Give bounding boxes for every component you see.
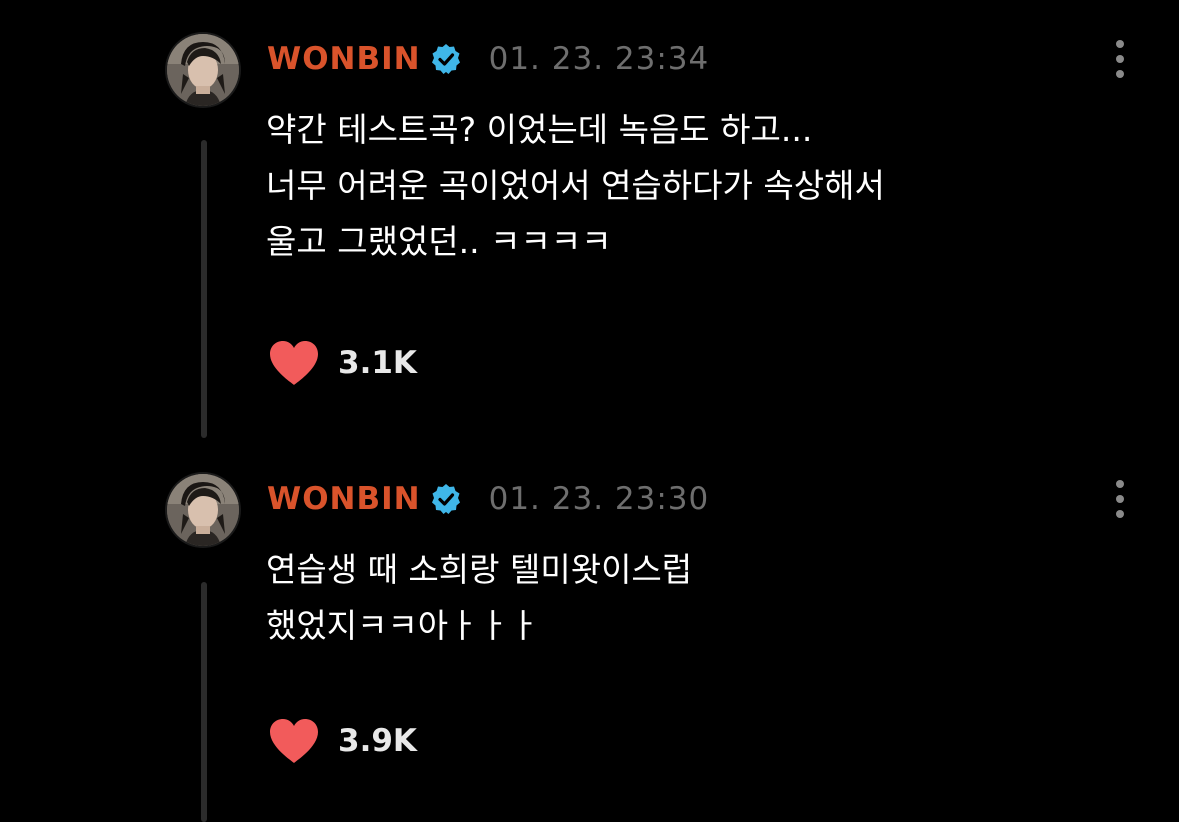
like-row: 3.9K [266, 714, 417, 768]
thread-line [201, 140, 207, 438]
post-text-line: 했었지ㅋㅋ아ㅏㅏㅏ [266, 606, 540, 645]
post-header: WONBIN 01. 23. 23:30 [267, 476, 709, 522]
post-text: 연습생 때 소희랑 텔미왓이스럽 했었지ㅋㅋ아ㅏㅏㅏ [266, 542, 1146, 654]
username[interactable]: WONBIN [267, 481, 421, 517]
more-dot [1116, 495, 1124, 503]
timestamp: 01. 23. 23:30 [488, 481, 710, 517]
heart-icon[interactable] [266, 716, 322, 766]
post-header: WONBIN 01. 23. 23:34 [267, 36, 709, 82]
post-text-line: 약간 테스트곡? 이었는데 녹음도 하고... [266, 110, 813, 149]
verified-badge-icon [429, 482, 463, 516]
timestamp: 01. 23. 23:34 [488, 41, 710, 77]
like-count: 3.1K [338, 345, 417, 381]
post-text-line: 울고 그랬었던.. ㅋㅋㅋㅋ [266, 222, 612, 261]
heart-icon[interactable] [266, 338, 322, 388]
avatar[interactable] [167, 474, 239, 546]
avatar-image [167, 34, 239, 106]
more-dot [1116, 510, 1124, 518]
more-vertical-icon [1116, 480, 1124, 488]
post-text-line: 연습생 때 소희랑 텔미왓이스럽 [266, 550, 693, 589]
post-item: WONBIN 01. 23. 23:34 약간 테스트곡? 이었는데 녹음도 하… [0, 0, 1179, 440]
more-dot [1116, 70, 1124, 78]
thread-line [201, 582, 207, 822]
post-text: 약간 테스트곡? 이었는데 녹음도 하고... 너무 어려운 곡이었어서 연습하… [266, 102, 1146, 270]
more-vertical-icon [1116, 40, 1124, 48]
more-options-button[interactable] [1106, 38, 1134, 80]
post-text-line: 너무 어려운 곡이었어서 연습하다가 속상해서 [266, 166, 885, 205]
verified-badge-icon [429, 42, 463, 76]
more-dot [1116, 55, 1124, 63]
like-count: 3.9K [338, 723, 417, 759]
more-options-button[interactable] [1106, 478, 1134, 520]
avatar[interactable] [167, 34, 239, 106]
username[interactable]: WONBIN [267, 41, 421, 77]
post-item: WONBIN 01. 23. 23:30 연습생 때 소희랑 텔미왓이스럽 했었… [0, 440, 1179, 822]
like-row: 3.1K [266, 336, 417, 390]
avatar-image [167, 474, 239, 546]
